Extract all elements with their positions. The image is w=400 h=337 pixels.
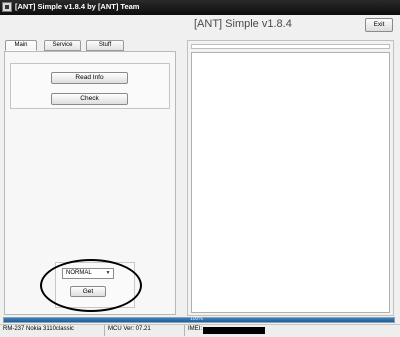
status-model: RM-237 Nokia 3110classic — [3, 326, 74, 332]
status-separator — [184, 325, 185, 336]
title-bar[interactable]: [ANT] Simple v1.8.4 by [ANT] Team — [0, 0, 400, 15]
progress-text: 100% — [190, 316, 203, 322]
tab-stuff[interactable]: Stuff — [86, 40, 124, 51]
annotation-circle — [40, 259, 142, 312]
read-info-button[interactable]: Read Info — [51, 72, 128, 84]
log-output[interactable] — [191, 52, 390, 313]
app-window: [ANT] Simple v1.8.4 by [ANT] Team [ANT] … — [0, 0, 400, 337]
status-separator — [104, 325, 105, 336]
app-icon[interactable] — [2, 2, 12, 12]
window-title: [ANT] Simple v1.8.4 by [ANT] Team — [15, 2, 140, 11]
app-header-title: [ANT] Simple v1.8.4 — [194, 18, 292, 30]
log-header-bar — [191, 44, 390, 49]
tab-service[interactable]: Service — [44, 40, 81, 51]
check-button[interactable]: Check — [51, 93, 128, 105]
status-imei-label: IMEI: — [188, 326, 203, 332]
imei-redacted-value — [203, 327, 265, 334]
status-mcu-version: MCU Ver: 07.21 — [108, 326, 151, 332]
tab-main[interactable]: Main — [5, 40, 37, 51]
exit-button[interactable]: Exit — [365, 18, 393, 32]
